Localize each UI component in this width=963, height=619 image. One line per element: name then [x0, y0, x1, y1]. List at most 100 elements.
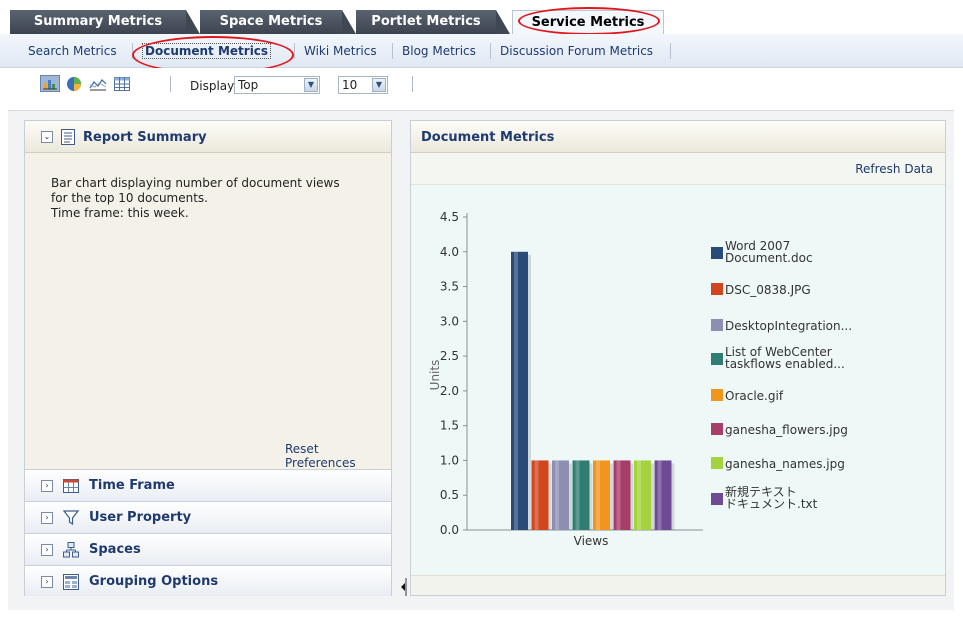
- section-time-frame[interactable]: › Time Frame: [25, 469, 391, 501]
- legend-swatch: [711, 283, 723, 295]
- chart-toolbar: Display Top ▼ 10 ▼: [0, 68, 963, 98]
- spaces-icon: [63, 542, 79, 561]
- chart-area: 4.5 4.0 3.5 3.0 2.5 2.0 1.5 1.0 0.5 0.0 Units Views…: [411, 185, 945, 575]
- report-summary-title: Report Summary: [83, 130, 207, 145]
- y-tick-label: 3.0: [440, 314, 459, 328]
- bar-chart-icon[interactable]: [40, 75, 60, 92]
- chevron-down-icon: ▼: [372, 78, 386, 92]
- count-select[interactable]: 10 ▼: [338, 76, 388, 94]
- report-description: Bar chart displaying number of document …: [51, 176, 340, 220]
- report-summary-panel: ⌄ Report Summary Bar chart displaying nu…: [24, 120, 392, 596]
- panel-footer: [411, 575, 945, 595]
- bar-highlight: [555, 460, 559, 530]
- expand-icon[interactable]: ›: [41, 480, 53, 492]
- tab-portlet-metrics[interactable]: Portlet Metrics: [356, 10, 510, 34]
- legend-label: Document.doc: [725, 251, 813, 265]
- tab-bar: Summary Metrics Space Metrics Portlet Me…: [0, 0, 963, 35]
- subnav-wiki-metrics[interactable]: Wiki Metrics: [304, 44, 377, 58]
- bar-highlight: [616, 460, 621, 530]
- subnav-separator: [670, 43, 671, 59]
- x-category-label: Views: [574, 534, 609, 548]
- y-tick-label: 0.5: [440, 488, 459, 502]
- legend-label: DesktopIntegration...: [725, 319, 852, 333]
- legend-label: ganesha_names.jpg: [725, 457, 845, 471]
- chevron-down-icon: ▼: [304, 78, 318, 92]
- section-user-property[interactable]: › User Property: [25, 501, 391, 533]
- section-label: User Property: [89, 510, 192, 525]
- pie-chart-icon[interactable]: [64, 75, 84, 92]
- display-select[interactable]: Top ▼: [234, 76, 320, 94]
- refresh-data-link[interactable]: Refresh Data: [855, 162, 933, 176]
- legend-swatch: [711, 247, 723, 259]
- legend-swatch: [711, 423, 723, 435]
- refresh-bar: Refresh Data: [411, 153, 945, 185]
- subnav-separator: [490, 43, 491, 59]
- bar: [613, 460, 631, 530]
- section-label: Time Frame: [89, 478, 175, 493]
- tab-space-metrics[interactable]: Space Metrics: [200, 10, 356, 34]
- document-metrics-title: Document Metrics: [421, 130, 555, 145]
- subnav-document-metrics[interactable]: Document Metrics: [142, 43, 272, 59]
- expand-icon[interactable]: ›: [41, 512, 53, 524]
- document-icon: [61, 129, 75, 148]
- document-metrics-header: Document Metrics: [411, 121, 945, 153]
- bar: [511, 251, 528, 530]
- toolbar-separator: [170, 76, 171, 92]
- reset-preferences-link[interactable]: Reset Preferences: [285, 442, 391, 470]
- y-tick-label: 4.5: [440, 210, 459, 224]
- legend-swatch: [711, 389, 723, 401]
- display-label: Display: [190, 79, 235, 93]
- bar: [593, 460, 610, 530]
- y-tick-label: 2.5: [440, 349, 459, 363]
- bar-highlight: [534, 460, 539, 530]
- tab-service-metrics[interactable]: Service Metrics: [512, 10, 664, 34]
- subnav-search-metrics[interactable]: Search Metrics: [28, 44, 117, 58]
- section-grouping-options[interactable]: › Grouping Options: [25, 565, 391, 596]
- table-icon[interactable]: [112, 75, 132, 92]
- collapse-icon[interactable]: ⌄: [41, 131, 53, 143]
- legend-label: ドキュメント.txt: [725, 497, 818, 511]
- expand-icon[interactable]: ›: [41, 576, 53, 588]
- y-tick-label: 1.5: [440, 419, 459, 433]
- filter-icon: [62, 510, 80, 529]
- bar: [552, 460, 569, 530]
- y-tick-label: 0.0: [440, 523, 459, 537]
- legend-swatch: [711, 457, 723, 469]
- subnav-blog-metrics[interactable]: Blog Metrics: [402, 44, 476, 58]
- bar: [531, 460, 549, 530]
- calendar-icon: [63, 479, 79, 496]
- subnav-separator: [294, 43, 295, 59]
- bar-highlight: [657, 460, 662, 530]
- line-chart-icon[interactable]: [88, 75, 108, 92]
- section-label: Grouping Options: [89, 574, 219, 589]
- bar-highlight: [514, 251, 518, 530]
- toolbar-separator: [412, 76, 413, 92]
- document-metrics-panel: Document Metrics Refresh Data 4.5 4.0 3.5 3…: [410, 120, 946, 596]
- legend-swatch: [711, 353, 723, 365]
- legend-label: taskflows enabled...: [725, 357, 845, 371]
- legend-label: Oracle.gif: [725, 389, 784, 403]
- legend-label: DSC_0838.JPG: [725, 283, 811, 297]
- legend-swatch: [711, 493, 723, 505]
- section-spaces[interactable]: › Spaces: [25, 533, 391, 565]
- expand-icon[interactable]: ›: [41, 544, 53, 556]
- sub-navigation: Search Metrics Document Metrics Wiki Met…: [0, 34, 963, 74]
- tab-summary-metrics[interactable]: Summary Metrics: [10, 10, 200, 34]
- y-tick-label: 1.0: [440, 453, 459, 467]
- panel-splitter-handle[interactable]: [400, 578, 408, 596]
- bar-highlight: [596, 460, 600, 530]
- subnav-separator: [392, 43, 393, 59]
- bar: [572, 460, 590, 530]
- legend-label: ganesha_flowers.jpg: [725, 423, 848, 437]
- bar: [654, 460, 672, 530]
- report-summary-header[interactable]: ⌄ Report Summary: [25, 121, 391, 153]
- grouping-icon: [63, 574, 79, 593]
- subnav-separator: [132, 43, 133, 59]
- y-tick-label: 4.0: [440, 245, 459, 259]
- bar: [634, 460, 651, 530]
- y-axis-label: Units: [428, 360, 442, 391]
- subnav-discussion-forum-metrics[interactable]: Discussion Forum Metrics: [500, 44, 653, 58]
- y-tick-label: 3.5: [440, 280, 459, 294]
- section-label: Spaces: [89, 542, 141, 557]
- y-tick-label: 2.0: [440, 384, 459, 398]
